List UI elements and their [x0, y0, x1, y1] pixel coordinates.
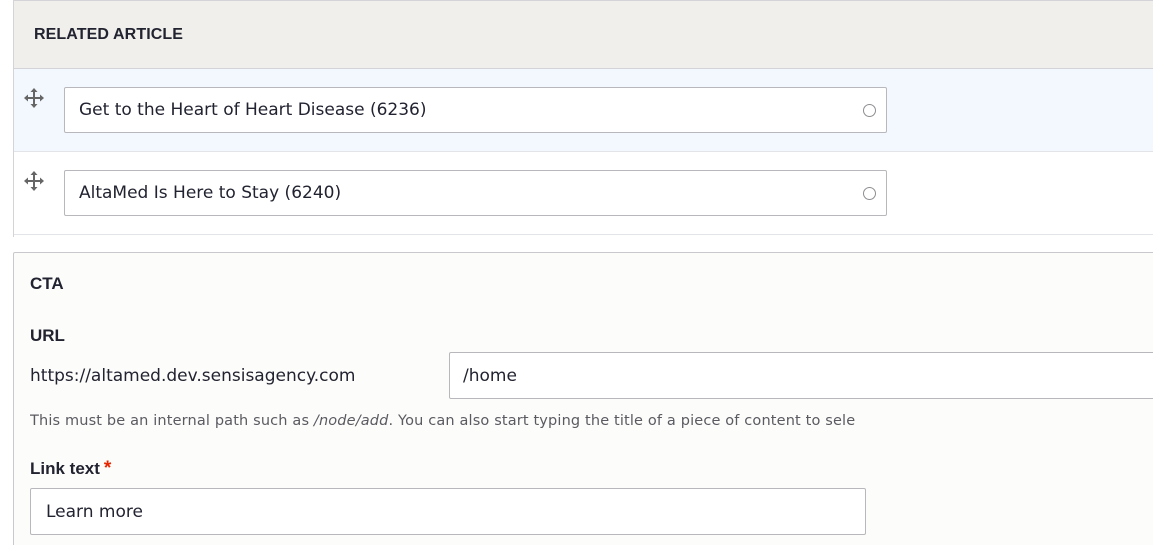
description-text: This must be an internal path such as: [30, 413, 314, 429]
url-description: This must be an internal path such as /n…: [30, 413, 1130, 429]
paragraph-form: RELATED ARTICLE Get to the Heart of Hear…: [0, 0, 1153, 545]
url-input-value: /home: [463, 365, 517, 386]
drag-handle-icon[interactable]: [24, 88, 44, 108]
autocomplete-throbber-icon: [863, 186, 876, 200]
link-text-label-text: Link text: [30, 459, 100, 478]
url-label: URL: [30, 326, 65, 345]
url-input[interactable]: /home: [449, 352, 1153, 399]
autocomplete-throbber-icon: [863, 103, 876, 117]
table-header: RELATED ARTICLE: [14, 1, 1153, 69]
related-article-table: RELATED ARTICLE Get to the Heart of Hear…: [13, 0, 1153, 237]
description-text-rest: . You can also start typing the title of…: [388, 413, 856, 429]
required-marker: *: [103, 458, 112, 479]
url-prefix: https://altamed.dev.sensisagency.com: [30, 366, 356, 386]
related-article-heading: RELATED ARTICLE: [34, 25, 184, 43]
drag-handle-icon[interactable]: [24, 171, 44, 191]
related-article-input-value: Get to the Heart of Heart Disease (6236): [79, 100, 427, 120]
related-article-input[interactable]: Get to the Heart of Heart Disease (6236): [64, 87, 887, 133]
link-text-input[interactable]: Learn more: [30, 488, 866, 535]
link-text-label: Link text *: [30, 458, 111, 480]
table-row: AltaMed Is Here to Stay (6240): [14, 152, 1153, 235]
table-row: Get to the Heart of Heart Disease (6236): [14, 69, 1153, 152]
related-article-input[interactable]: AltaMed Is Here to Stay (6240): [64, 170, 887, 216]
cta-title: CTA: [30, 274, 64, 293]
link-text-input-value: Learn more: [46, 501, 143, 522]
related-article-input-value: AltaMed Is Here to Stay (6240): [79, 183, 342, 203]
description-example-path: /node/add: [313, 413, 389, 429]
